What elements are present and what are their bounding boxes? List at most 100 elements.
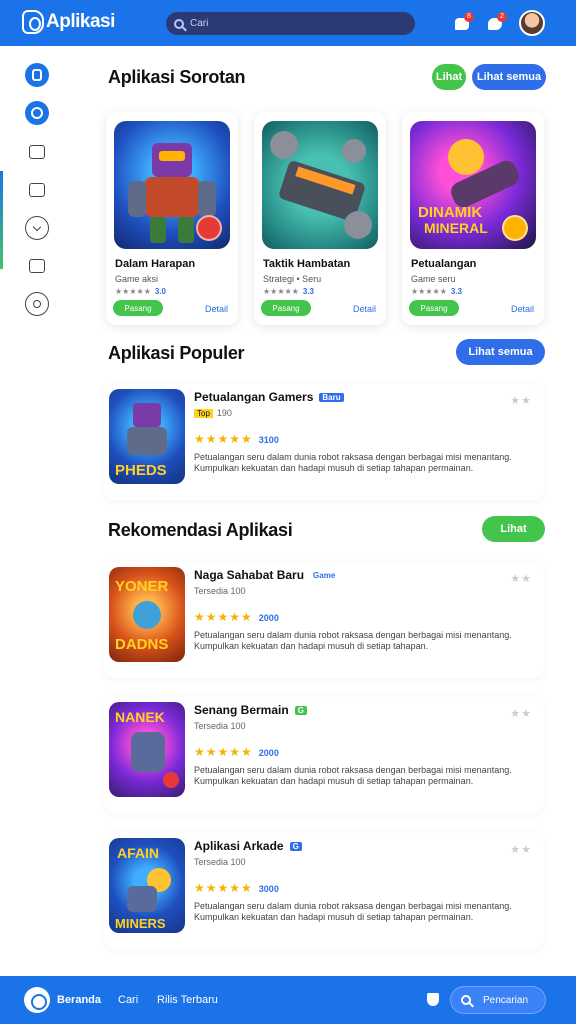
card-rating: ★★★★★ 3.3	[411, 287, 462, 296]
item-rating: ★★★★★ 2000	[194, 610, 279, 624]
sidebar-accent	[0, 171, 3, 269]
gift-icon	[502, 215, 528, 241]
item-meta: Top 190	[194, 408, 232, 418]
list-item[interactable]: NANEK Senang Bermain G Tersedia 100 ★★★★★…	[104, 697, 544, 813]
heart-icon	[196, 215, 222, 241]
item-rating: ★★★★★ 2000	[194, 745, 279, 759]
item-title: Naga Sahabat Baru Game	[194, 568, 338, 582]
nav-releases[interactable]: Rilis Terbaru	[157, 994, 218, 1006]
chevron-down-icon	[32, 222, 42, 231]
character-art: NANEK	[115, 709, 179, 788]
featured-card[interactable]: DINAMIK MINERAL Petualangan Game seru ★★★…	[402, 112, 544, 325]
search-button[interactable]: Pencarian	[450, 986, 546, 1014]
item-rating: ★★★★★ 3100	[194, 432, 279, 446]
sidebar-item-settings[interactable]	[25, 292, 49, 316]
svg-text:AFAIN: AFAIN	[117, 845, 159, 861]
character-art: YONER DADNS	[115, 578, 169, 653]
nav-home[interactable]: Beranda	[57, 994, 101, 1006]
featured-title: Aplikasi Sorotan	[108, 67, 246, 87]
sidebar-item-games[interactable]	[25, 101, 49, 125]
sidebar-item-puzzle[interactable]	[25, 254, 49, 278]
game-thumbnail: NANEK	[109, 702, 185, 797]
chat-badge: 2	[497, 12, 507, 22]
bottom-nav: Beranda Cari Rilis Terbaru Pencarian	[0, 976, 576, 1024]
list-item[interactable]: AFAIN MINERS Aplikasi Arkade G Tersedia 10…	[104, 833, 544, 949]
card-subtitle: Game seru	[411, 274, 456, 284]
games-icon	[31, 107, 43, 119]
logo-text: Aplikasi	[46, 11, 115, 32]
app-logo[interactable]: Aplikasi	[22, 9, 115, 35]
home-icon	[32, 69, 42, 81]
item-title: Aplikasi Arkade G	[194, 839, 302, 853]
search-icon	[461, 995, 471, 1005]
search-input[interactable]	[190, 18, 390, 29]
svg-text:MINERAL: MINERAL	[424, 220, 488, 236]
featured-view-button[interactable]: Lihat	[432, 64, 466, 90]
star-icon[interactable]: ★★	[510, 572, 532, 585]
popular-title: Aplikasi Populer	[108, 343, 245, 363]
install-button[interactable]: Pasang	[409, 300, 459, 316]
search-bar[interactable]	[166, 12, 415, 35]
featured-card[interactable]: Dalam Harapan Game aksi ★★★★★ 3.0 Pasang …	[106, 112, 238, 325]
star-icon[interactable]: ★★	[510, 394, 532, 407]
nav-search[interactable]: Cari	[118, 994, 138, 1006]
item-description: Petualangan seru dalam dunia robot raksa…	[194, 630, 512, 651]
star-icon[interactable]: ★★	[510, 707, 532, 720]
detail-link[interactable]: Detail	[511, 304, 534, 314]
notification-badge: 8	[464, 12, 474, 22]
sidebar-item-downloads[interactable]	[25, 216, 49, 240]
detail-link[interactable]: Detail	[353, 304, 376, 314]
item-title: Senang Bermain G	[194, 703, 307, 717]
svg-text:DADNS: DADNS	[115, 636, 168, 653]
item-meta: Tersedia 100	[194, 857, 246, 867]
sidebar	[0, 46, 70, 976]
character-art: AFAIN MINERS	[115, 845, 171, 931]
install-button[interactable]: Pasang	[261, 300, 311, 316]
card-title: Dalam Harapan	[115, 258, 196, 270]
avatar[interactable]	[519, 10, 545, 36]
gear-icon	[33, 300, 41, 308]
install-button[interactable]: Pasang	[113, 300, 163, 316]
popular-see-all-button[interactable]: Lihat semua	[456, 339, 545, 365]
card-rating: ★★★★★ 3.0	[115, 287, 166, 296]
svg-text:YONER: YONER	[115, 578, 169, 595]
sidebar-item-library[interactable]	[25, 178, 49, 202]
library-icon	[29, 183, 45, 197]
game-art	[114, 121, 230, 249]
logo-icon	[22, 10, 44, 34]
game-art	[262, 121, 378, 249]
star-icon[interactable]: ★★	[510, 843, 532, 856]
item-tag: Game	[313, 571, 336, 581]
apps-icon	[29, 145, 45, 159]
svg-text:PHEDS: PHEDS	[115, 462, 167, 479]
card-rating: ★★★★★ 3.3	[263, 287, 314, 296]
item-meta: Tersedia 100	[194, 586, 246, 596]
robot-art: PHEDS	[115, 403, 167, 479]
card-title: Petualangan	[411, 258, 477, 270]
sidebar-item-home[interactable]	[25, 63, 49, 87]
shield-icon[interactable]	[427, 993, 439, 1006]
svg-text:DINAMIK: DINAMIK	[418, 204, 482, 221]
machine-art	[270, 131, 372, 239]
item-tag: Baru	[319, 393, 344, 403]
recommended-view-button[interactable]: Lihat	[482, 516, 545, 542]
featured-see-all-button[interactable]: Lihat semua	[472, 64, 546, 90]
detail-link[interactable]: Detail	[205, 304, 228, 314]
item-meta: Tersedia 100	[194, 721, 246, 731]
item-tag: G	[294, 706, 307, 716]
list-item[interactable]: PHEDS Petualangan Gamers Baru Top 190 ★★★★…	[104, 384, 544, 500]
chat-button[interactable]: 2	[488, 12, 507, 32]
notification-button[interactable]: 8	[455, 12, 474, 32]
sidebar-item-apps[interactable]	[25, 140, 49, 164]
list-item[interactable]: YONER DADNS Naga Sahabat Baru Game Tersedi…	[104, 562, 544, 678]
search-button-label: Pencarian	[483, 994, 529, 1006]
featured-card[interactable]: Taktik Hambatan Strategi • Seru ★★★★★ 3.3…	[254, 112, 386, 325]
item-rating: ★★★★★ 3000	[194, 881, 279, 895]
item-description: Petualangan seru dalam dunia robot raksa…	[194, 901, 512, 922]
svg-text:NANEK: NANEK	[115, 709, 165, 725]
puzzle-icon	[29, 259, 45, 273]
card-subtitle: Game aksi	[115, 274, 159, 284]
home-icon[interactable]	[24, 987, 50, 1013]
search-icon	[174, 18, 184, 29]
game-thumbnail: PHEDS	[109, 389, 185, 484]
